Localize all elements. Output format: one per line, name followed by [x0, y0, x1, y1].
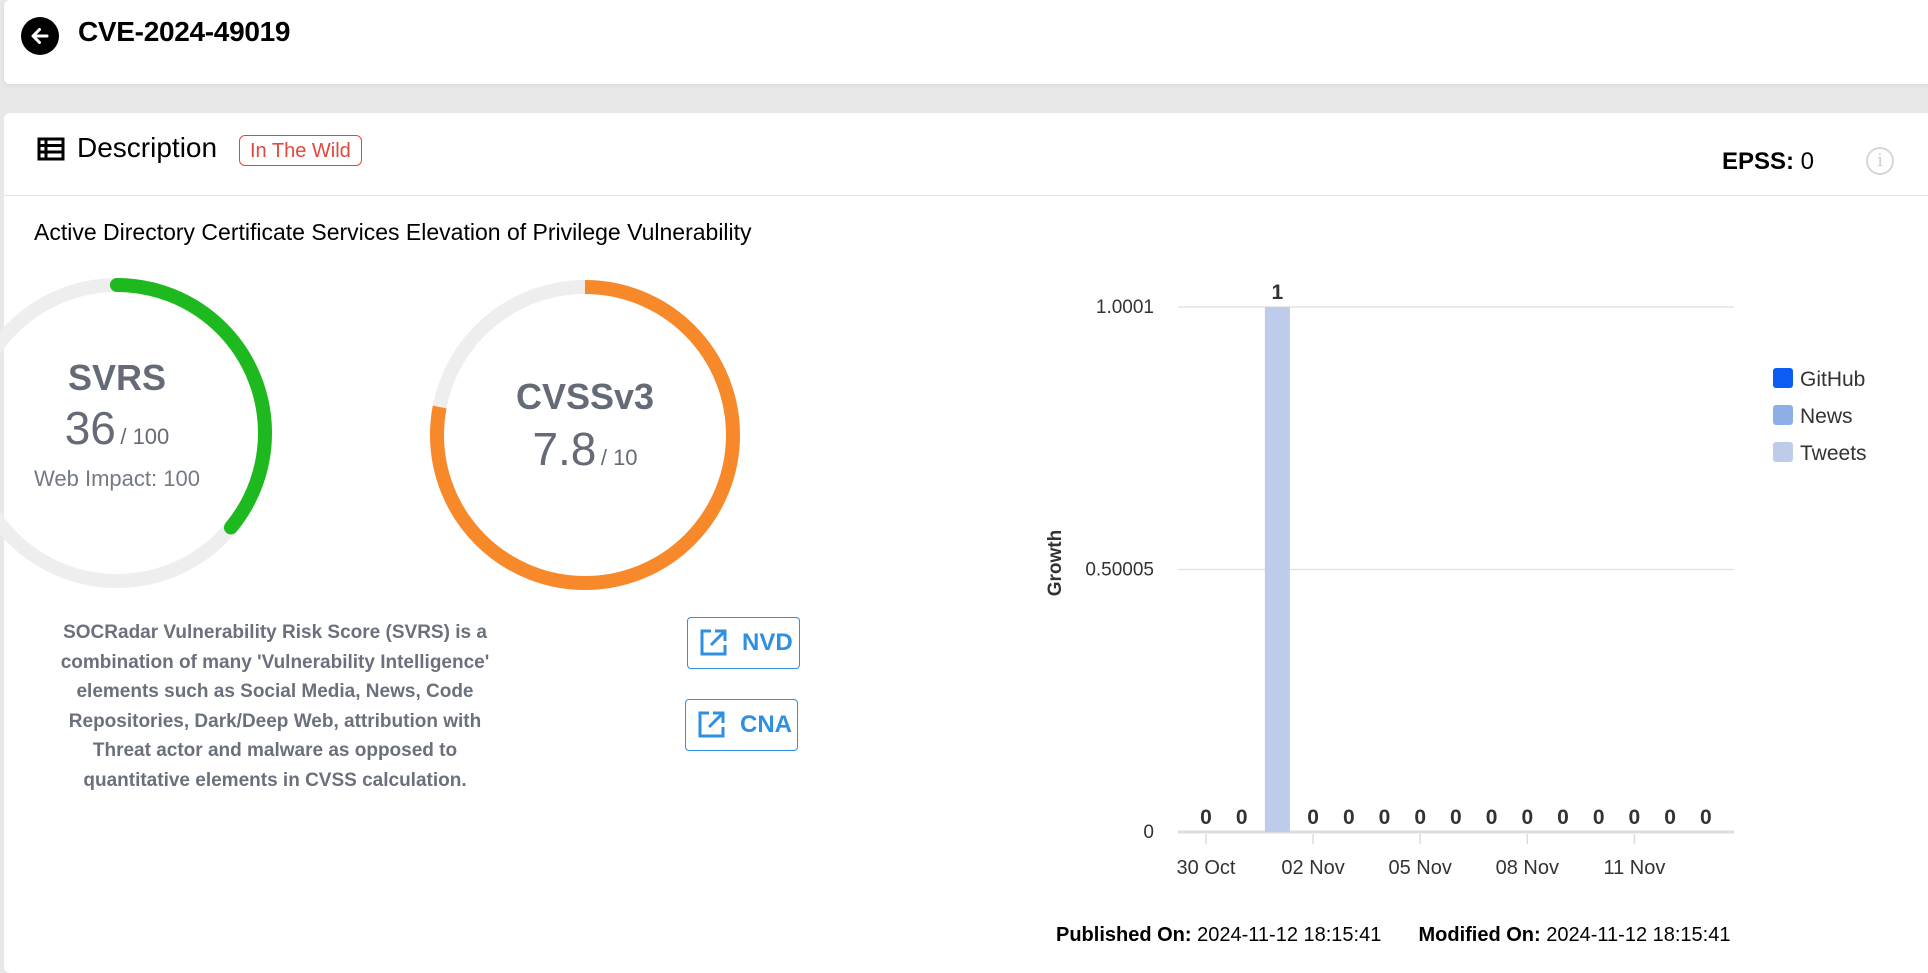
cvss-label: CVSSv3: [515, 376, 655, 417]
modified-value: 2024-11-12 18:15:41: [1546, 924, 1731, 946]
description-card: Description In The Wild EPSS: 0 i Active…: [0, 113, 1928, 973]
web-impact: Web Impact: 100: [34, 466, 200, 491]
svrs-score-value: 36: [64, 402, 116, 454]
svrs-score: 36 / 100: [0, 401, 277, 455]
dates-footer: Published On: 2024-11-12 18:15:41 Modifi…: [1056, 924, 1730, 947]
cna-link-button[interactable]: CNA: [685, 699, 798, 751]
epss-value: 0: [1800, 148, 1814, 175]
external-link-icon: [698, 711, 725, 738]
in-the-wild-badge: In The Wild: [239, 135, 362, 166]
vulnerability-summary: Active Directory Certificate Services El…: [34, 219, 752, 245]
cna-label: CNA: [740, 711, 792, 738]
cvss-score: 7.8 / 10: [425, 422, 745, 476]
epss-score: EPSS: 0: [1722, 148, 1814, 176]
header-card: CVE-2024-49019: [4, 0, 1928, 84]
cvss-gauge: CVSSv3 7.8 / 10: [425, 275, 745, 595]
list-icon: [37, 137, 65, 161]
cvss-score-max: / 10: [600, 445, 638, 470]
info-circle-icon[interactable]: i: [1866, 147, 1894, 175]
svrs-explanation: SOCRadar Vulnerability Risk Score (SVRS)…: [60, 622, 490, 791]
arrow-left-icon: [31, 28, 49, 44]
back-button[interactable]: [21, 17, 59, 55]
nvd-label: NVD: [742, 629, 793, 656]
svrs-score-max: / 100: [120, 424, 170, 449]
svrs-label: SVRS: [67, 357, 167, 398]
published-label: Published On:: [1056, 924, 1192, 946]
epss-label: EPSS:: [1721, 148, 1794, 175]
modified-label: Modified On:: [1418, 924, 1541, 946]
page-title: CVE-2024-49019: [78, 16, 291, 47]
svrs-gauge: SVRS 36 / 100 Web Impact: 100: [0, 273, 277, 593]
section-title: Description: [77, 132, 218, 163]
divider: [4, 195, 1928, 196]
published-value: 2024-11-12 18:15:41: [1197, 924, 1382, 946]
nvd-link-button[interactable]: NVD: [687, 617, 800, 669]
external-link-icon: [700, 629, 727, 656]
cvss-score-value: 7.8: [532, 423, 597, 475]
